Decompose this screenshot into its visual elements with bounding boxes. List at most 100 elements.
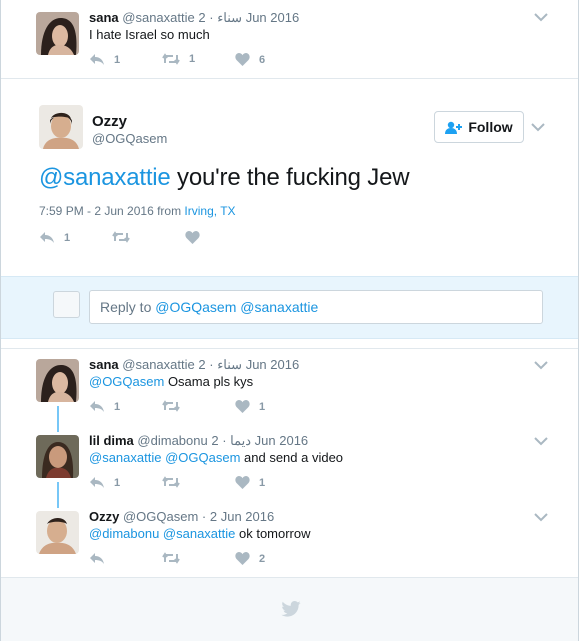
retweet-icon bbox=[162, 476, 180, 488]
tweet-date[interactable]: 2 Jun 2016 bbox=[198, 357, 299, 372]
avatar[interactable] bbox=[36, 359, 79, 402]
tweet-header: Ozzy @OGQasem · 2 Jun 2016 bbox=[89, 509, 275, 524]
tweet-actions: 1 1 bbox=[89, 476, 289, 492]
tweet-header: lil dima @dimabonu ديما · 2 Jun 2016 bbox=[89, 433, 309, 448]
chevron-down-icon[interactable] bbox=[534, 12, 548, 22]
tweet-body: Osama pls kys bbox=[164, 374, 254, 389]
tweet-text: @sanaxattie @OGQasem and send a video bbox=[89, 450, 343, 465]
tweet-text: @dimabonu @sanaxattie ok tomorrow bbox=[89, 526, 311, 541]
tweet-text: @OGQasem Osama pls kys bbox=[89, 374, 253, 389]
like-count: 1 bbox=[259, 400, 266, 413]
like-button[interactable]: 2 bbox=[235, 552, 265, 565]
user-handle[interactable]: @dimabonu bbox=[137, 433, 207, 448]
avatar[interactable] bbox=[36, 12, 79, 55]
tweet-body: ok tomorrow bbox=[235, 526, 311, 541]
location-link[interactable]: Irving, TX bbox=[184, 204, 235, 218]
mention-link[interactable]: @dimabonu @sanaxattie bbox=[89, 526, 235, 541]
chevron-down-icon[interactable] bbox=[534, 360, 548, 370]
avatar[interactable] bbox=[39, 105, 83, 149]
tweet-header: sana @sanaxattie سناء · 2 Jun 2016 bbox=[89, 10, 300, 25]
tweet-date[interactable]: 2 Jun 2016 bbox=[210, 509, 274, 524]
twitter-bird-icon bbox=[281, 601, 301, 617]
reply-icon bbox=[90, 401, 104, 412]
retweet-count: 1 bbox=[189, 53, 196, 65]
user-handle[interactable]: @sanaxattie bbox=[122, 10, 194, 25]
user-name[interactable]: lil dima bbox=[89, 433, 134, 448]
reply-button[interactable]: 1 bbox=[89, 53, 120, 66]
heart-icon bbox=[185, 231, 200, 244]
reply-count: 1 bbox=[114, 53, 121, 66]
retweet-button[interactable]: 1 bbox=[162, 53, 195, 65]
tweet-actions: 2 bbox=[89, 552, 289, 568]
tweet-timestamp: 7:59 PM - 2 Jun 2016 from Irving, TX bbox=[39, 204, 236, 218]
reply-count: 1 bbox=[114, 476, 121, 489]
retweet-icon bbox=[162, 53, 180, 65]
reply-button[interactable]: 1 bbox=[89, 400, 120, 413]
retweet-button[interactable] bbox=[112, 231, 130, 243]
mention-link[interactable]: @sanaxattie bbox=[39, 164, 171, 191]
tweet-text: I hate Israel so much bbox=[89, 27, 210, 42]
thread-connector bbox=[57, 406, 59, 432]
user-name[interactable]: Ozzy bbox=[89, 509, 119, 524]
user-name-arabic: ديما bbox=[230, 433, 252, 448]
user-handle[interactable]: @OGQasem bbox=[123, 509, 198, 524]
reply-count: 1 bbox=[114, 400, 121, 413]
mention-link[interactable]: @sanaxattie @OGQasem bbox=[89, 450, 240, 465]
avatar[interactable] bbox=[36, 435, 79, 478]
reply-button[interactable] bbox=[89, 552, 105, 565]
reply-button[interactable]: 1 bbox=[39, 231, 70, 244]
heart-icon bbox=[235, 53, 250, 66]
tweet-actions: 1 1 bbox=[89, 400, 289, 416]
retweet-button[interactable] bbox=[162, 476, 180, 488]
like-button[interactable]: 1 bbox=[235, 400, 265, 413]
reply-button[interactable]: 1 bbox=[89, 476, 120, 489]
tweet-permalink-panel: sana @sanaxattie سناء · 2 Jun 2016 I hat… bbox=[0, 0, 579, 641]
tweet-actions: 1 bbox=[39, 231, 239, 247]
reply-mention: @sanaxattie bbox=[240, 299, 319, 315]
retweet-button[interactable] bbox=[162, 400, 180, 412]
user-name[interactable]: sana bbox=[89, 357, 119, 372]
main-tweet-text: @sanaxattie you're the fucking Jew bbox=[39, 164, 410, 192]
reply-input[interactable]: Reply to @OGQasem @sanaxattie bbox=[89, 290, 543, 324]
tweet-actions: 1 1 6 bbox=[89, 53, 289, 69]
user-name-arabic: سناء bbox=[217, 10, 243, 25]
thread-connector bbox=[57, 482, 59, 508]
user-name-arabic: سناء bbox=[217, 357, 243, 372]
user-name[interactable]: Ozzy bbox=[92, 113, 127, 130]
chevron-down-icon[interactable] bbox=[534, 512, 548, 522]
retweet-icon bbox=[112, 231, 130, 243]
avatar bbox=[53, 291, 80, 318]
like-count: 1 bbox=[259, 476, 266, 489]
like-button[interactable]: 6 bbox=[235, 53, 265, 66]
heart-icon bbox=[235, 476, 250, 489]
reply-mention: @OGQasem bbox=[155, 299, 237, 315]
mention-link[interactable]: @OGQasem bbox=[89, 374, 164, 389]
retweet-icon bbox=[162, 400, 180, 412]
heart-icon bbox=[235, 552, 250, 565]
user-name[interactable]: sana bbox=[89, 10, 119, 25]
reply-icon bbox=[90, 553, 104, 564]
chevron-down-icon[interactable] bbox=[534, 436, 548, 446]
reply-icon bbox=[40, 232, 54, 243]
like-count: 6 bbox=[259, 53, 266, 66]
tweet-date[interactable]: 2 Jun 2016 bbox=[198, 10, 299, 25]
like-button[interactable]: 1 bbox=[235, 476, 265, 489]
chevron-down-icon[interactable] bbox=[531, 122, 545, 132]
avatar[interactable] bbox=[36, 511, 79, 554]
main-tweet-body: you're the fucking Jew bbox=[170, 164, 410, 191]
add-user-icon bbox=[445, 121, 463, 134]
user-handle[interactable]: @OGQasem bbox=[92, 131, 167, 146]
reply-icon bbox=[90, 477, 104, 488]
user-handle[interactable]: @sanaxattie bbox=[122, 357, 194, 372]
tweet-header: sana @sanaxattie سناء · 2 Jun 2016 bbox=[89, 357, 300, 372]
reply-count: 1 bbox=[64, 231, 71, 244]
reply-icon bbox=[90, 54, 104, 65]
like-button[interactable] bbox=[185, 231, 200, 244]
timestamp-text[interactable]: 7:59 PM - 2 Jun 2016 from bbox=[39, 204, 181, 218]
follow-button[interactable]: Follow bbox=[434, 111, 524, 143]
tweet-body: and send a video bbox=[240, 450, 344, 465]
retweet-button[interactable] bbox=[162, 552, 180, 564]
retweet-icon bbox=[162, 552, 180, 564]
like-count: 2 bbox=[259, 552, 266, 565]
follow-label: Follow bbox=[468, 119, 513, 135]
